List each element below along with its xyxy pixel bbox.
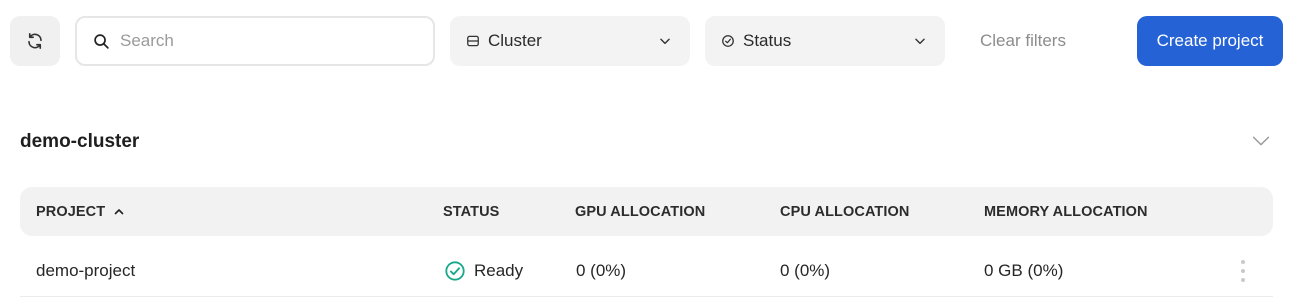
check-circle-icon bbox=[445, 260, 465, 281]
server-icon bbox=[467, 35, 479, 47]
cluster-filter-dropdown[interactable]: Cluster bbox=[450, 16, 690, 66]
column-header-label: PROJECT bbox=[36, 203, 106, 220]
column-header-gpu-allocation: GPU ALLOCATION bbox=[575, 203, 706, 220]
search-icon bbox=[94, 33, 109, 49]
status-icon bbox=[722, 35, 734, 47]
status-cell: Ready bbox=[444, 244, 523, 297]
refresh-icon bbox=[28, 33, 42, 49]
search-field[interactable] bbox=[75, 16, 435, 66]
status-filter-dropdown[interactable]: Status bbox=[705, 16, 945, 66]
table-header: PROJECT STATUS GPU ALLOCATION CPU ALLOCA… bbox=[20, 187, 1273, 236]
refresh-button[interactable] bbox=[10, 16, 60, 66]
clear-filters-button[interactable]: Clear filters bbox=[980, 16, 1066, 66]
create-project-button[interactable]: Create project bbox=[1137, 16, 1283, 66]
column-header-project[interactable]: PROJECT bbox=[36, 187, 125, 236]
row-actions-menu-button[interactable] bbox=[1233, 258, 1253, 284]
toolbar: Cluster Status Clear filters Create proj… bbox=[10, 16, 1283, 66]
column-header-cpu-allocation: CPU ALLOCATION bbox=[780, 203, 910, 220]
project-name[interactable]: demo-project bbox=[36, 244, 135, 297]
cluster-name: demo-cluster bbox=[20, 131, 140, 152]
status-text: Ready bbox=[474, 260, 524, 280]
chevron-down-icon bbox=[660, 38, 670, 45]
column-header-status: STATUS bbox=[443, 203, 500, 220]
search-input[interactable] bbox=[120, 31, 420, 51]
chevron-down-icon bbox=[1252, 136, 1270, 146]
kebab-menu-icon bbox=[1241, 260, 1245, 264]
gpu-allocation-value: 0 (0%) bbox=[576, 260, 627, 280]
column-header-memory-allocation: MEMORY ALLOCATION bbox=[984, 203, 1148, 220]
table-row[interactable]: demo-project Ready 0 (0%) 0 (0%) 0 GB (0… bbox=[20, 244, 1273, 297]
sort-up-icon bbox=[114, 208, 124, 214]
kebab-dot bbox=[1241, 278, 1245, 282]
chevron-down-icon bbox=[915, 38, 925, 45]
cluster-collapse-toggle[interactable] bbox=[1250, 130, 1272, 152]
cluster-filter-label: Cluster bbox=[488, 31, 542, 50]
kebab-dot bbox=[1241, 269, 1245, 273]
cpu-allocation-value: 0 (0%) bbox=[780, 260, 831, 280]
status-filter-label: Status bbox=[743, 31, 792, 50]
memory-allocation-value: 0 GB (0%) bbox=[984, 260, 1064, 280]
